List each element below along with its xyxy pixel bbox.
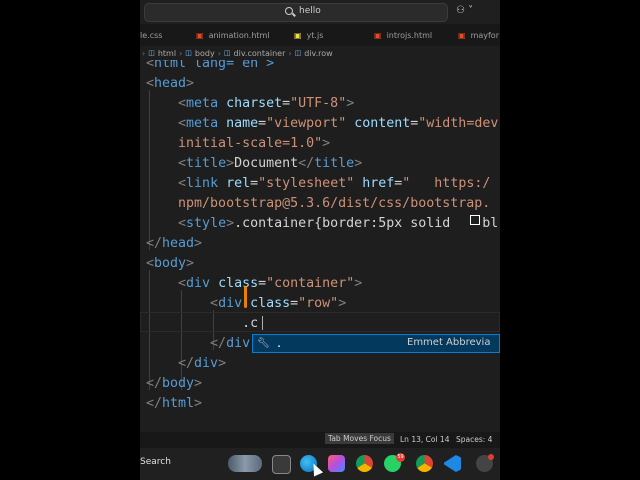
vscode-icon[interactable]: [444, 455, 461, 472]
code-editor[interactable]: <html lang= en > <head> <meta charset="U…: [140, 60, 500, 432]
wrench-icon: 🔧︎: [257, 338, 270, 349]
tab-mayfor[interactable]: ▣ mayfor: [458, 24, 499, 46]
code-line-head-close: </head>: [146, 236, 203, 251]
search-text: hello: [299, 6, 321, 16]
touch-pointer: [244, 286, 247, 308]
breadcrumb-div-container[interactable]: div.container: [234, 49, 286, 58]
tab-label: yt.js: [306, 30, 324, 40]
element-icon: ◫: [148, 49, 155, 57]
suggestion-widget[interactable]: 🔧︎ . Emmet Abbrevia: [252, 334, 500, 353]
code-line-div-container: <div class="container">: [178, 276, 363, 291]
code-line-body-open: <body>: [146, 256, 195, 271]
color-decorator[interactable]: [470, 215, 480, 225]
editor-tab-bar: le.css ▣ animation.html ▣ yt.js ▣ introj…: [140, 24, 500, 46]
accounts-icon[interactable]: ⚇ ˅: [456, 5, 473, 16]
code-line-head-open: <head>: [146, 76, 195, 91]
element-icon: ◫: [185, 49, 192, 57]
breadcrumb-body[interactable]: body: [195, 49, 215, 58]
code-line-html-open: <html lang= en >: [146, 60, 275, 71]
html-file-icon: ▣: [196, 30, 204, 40]
breadcrumb: › ◫ html › ◫ body › ◫ div.container › ◫ …: [140, 46, 500, 60]
tab-introjs-html[interactable]: ▣ introjs.html: [374, 24, 432, 46]
breadcrumb-html[interactable]: html: [158, 49, 176, 58]
tab-moves-focus[interactable]: Tab Moves Focus: [325, 433, 394, 444]
command-center-search[interactable]: hello: [144, 3, 448, 22]
element-icon: ◫: [294, 49, 302, 57]
tab-label: mayfor: [470, 30, 499, 40]
code-line-div-container-close: </div>: [178, 356, 227, 371]
code-line-typing: .c: [242, 316, 259, 331]
tab-label: le.css: [140, 30, 163, 40]
code-line-body-close: </body>: [146, 376, 203, 391]
search-icon: [285, 7, 293, 15]
text-cursor: [262, 316, 263, 330]
code-line-html-close: </html>: [146, 396, 203, 411]
search-highlight-icon[interactable]: [228, 455, 262, 472]
html-file-icon: ▣: [374, 30, 382, 40]
js-file-icon: ▣: [294, 30, 302, 40]
code-line-div-row-close: </div: [210, 336, 251, 351]
code-line-style: <style>.container{border:5px solid bl: [178, 216, 499, 231]
html-file-icon: ▣: [458, 30, 466, 40]
cursor-position[interactable]: Ln 13, Col 14: [400, 435, 449, 444]
code-line-title: <title>Document</title>: [178, 156, 363, 171]
element-icon: ◫: [223, 49, 231, 57]
suggestion-detail: Emmet Abbrevia: [407, 337, 491, 348]
vscode-window: hello ⚇ ˅ le.css ▣ animation.html ▣ yt.j…: [140, 0, 500, 480]
tab-le-css[interactable]: le.css: [140, 24, 162, 46]
windows-taskbar: Search 59: [140, 448, 500, 480]
chrome-icon[interactable]: [356, 455, 373, 472]
suggestion-label: .: [275, 337, 283, 350]
taskbar-search[interactable]: Search: [140, 457, 171, 467]
breadcrumb-div-row[interactable]: div.row: [304, 49, 333, 58]
tab-yt-js[interactable]: ▣ yt.js: [294, 24, 323, 46]
code-line-viewport-cont: initial-scale=1.0">: [178, 136, 331, 151]
indentation[interactable]: Spaces: 4: [456, 435, 492, 444]
status-dot: [488, 454, 494, 460]
copilot-icon[interactable]: [328, 455, 345, 472]
code-line-meta-charset: <meta charset="UTF-8">: [178, 96, 355, 111]
tab-label: introjs.html: [386, 30, 433, 40]
status-bar: Tab Moves Focus Ln 13, Col 14 Spaces: 4: [140, 432, 500, 448]
code-line-link-cont: npm/bootstrap@5.3.6/dist/css/bootstrap.: [178, 196, 491, 211]
title-bar: hello ⚇ ˅: [140, 0, 500, 24]
task-view-icon[interactable]: [272, 455, 291, 474]
tab-animation-html[interactable]: ▣ animation.html: [196, 24, 270, 46]
code-line-link: <link rel="stylesheet" href=" https:/: [178, 176, 491, 191]
tab-label: animation.html: [208, 30, 270, 40]
code-line-meta-viewport: <meta name="viewport" content="width=dev: [178, 116, 499, 131]
chrome-profile-icon[interactable]: [416, 455, 433, 472]
notification-badge: 59: [396, 453, 405, 462]
